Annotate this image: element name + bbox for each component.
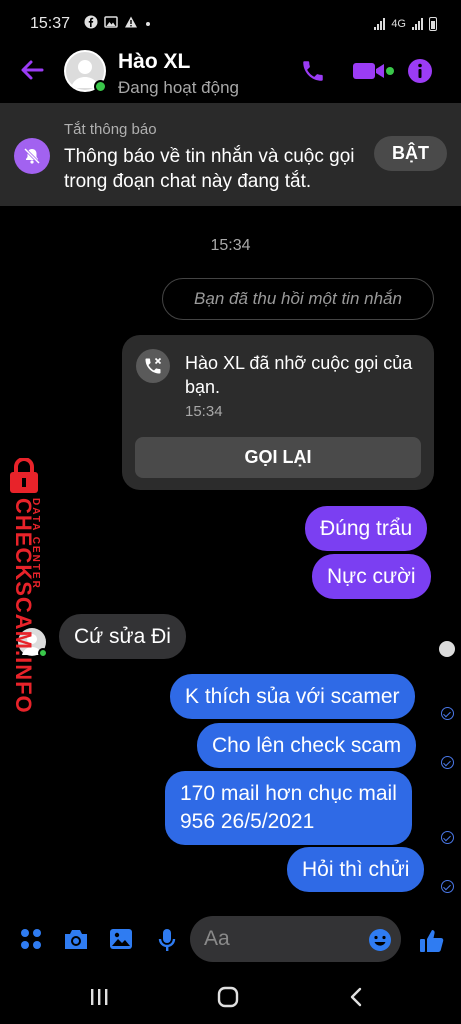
battery-icon xyxy=(429,17,437,31)
sent-check-icon xyxy=(441,756,454,769)
contact-avatar[interactable] xyxy=(64,50,107,93)
system-navigation-bar xyxy=(0,972,461,1024)
recent-apps-icon[interactable] xyxy=(88,986,110,1013)
watermark-subtext: DATA CENTER xyxy=(30,498,41,590)
message-bubble-outgoing[interactable]: K thích sủa với scamer xyxy=(170,674,415,719)
missed-call-time: 15:34 xyxy=(185,403,223,420)
apps-grid-icon[interactable] xyxy=(20,928,42,955)
mute-banner-title: Tắt thông báo xyxy=(64,121,157,138)
message-composer xyxy=(0,912,461,970)
back-icon[interactable] xyxy=(346,986,368,1013)
sent-check-icon xyxy=(441,831,454,844)
sent-check-icon xyxy=(441,880,454,893)
sent-check-icon xyxy=(441,707,454,720)
info-icon[interactable] xyxy=(407,58,433,89)
online-status-dot xyxy=(38,648,48,658)
mute-banner-text: Thông báo về tin nhắn và cuộc gọi trong … xyxy=(64,146,355,192)
lock-logo-icon xyxy=(4,457,44,494)
gallery-icon[interactable] xyxy=(109,928,133,955)
warning-icon xyxy=(124,15,138,34)
network-type: 4G xyxy=(391,18,406,30)
chat-header: Hào XL Đang hoạt động xyxy=(0,44,461,102)
missed-call-text: Hào XL đã nhỡ cuộc gọi của bạn. xyxy=(185,353,413,397)
muted-bell-icon xyxy=(14,138,50,174)
missed-call-card: Hào XL đã nhỡ cuộc gọi của bạn. 15:34 GỌ… xyxy=(122,335,434,490)
message-bubble-outgoing[interactable]: Nực cười xyxy=(312,554,431,599)
message-bubble-outgoing[interactable]: 170 mail hơn chục mail 956 26/5/2021 xyxy=(165,771,412,845)
facebook-icon xyxy=(84,15,98,34)
microphone-icon[interactable] xyxy=(157,928,177,957)
sender-avatar[interactable] xyxy=(18,628,48,658)
camera-icon[interactable] xyxy=(63,928,89,955)
back-arrow-icon[interactable] xyxy=(18,56,46,84)
gallery-notification-icon xyxy=(104,15,118,34)
message-bubble-incoming[interactable]: Cứ sửa Đi xyxy=(59,614,186,659)
home-icon[interactable] xyxy=(217,986,239,1013)
contact-name[interactable]: Hào XL xyxy=(118,50,190,74)
online-status-dot xyxy=(94,80,107,93)
status-time: 15:37 xyxy=(30,15,71,32)
read-receipt-avatar xyxy=(439,641,455,657)
enable-notifications-button[interactable]: BẬT xyxy=(374,136,447,171)
emoji-icon[interactable] xyxy=(368,928,392,957)
recalled-message-notice: Bạn đã thu hồi một tin nhắn xyxy=(162,278,434,320)
call-back-button[interactable]: GỌI LẠI xyxy=(135,437,421,478)
signal-icon xyxy=(374,18,386,30)
status-bar: 15:37 4G xyxy=(0,0,461,48)
video-call-icon[interactable] xyxy=(352,58,396,89)
watermark-text: CHECKSCAM.INFO xyxy=(11,498,36,714)
signal-icon-2 xyxy=(412,18,423,30)
message-bubble-outgoing[interactable]: Hỏi thì chửi xyxy=(287,847,425,892)
dot-icon xyxy=(144,15,152,33)
message-bubble-outgoing[interactable]: Đúng trẩu xyxy=(305,506,428,551)
thumbs-up-icon[interactable] xyxy=(419,928,445,959)
conversation-timestamp: 15:34 xyxy=(210,237,251,254)
phone-call-icon[interactable] xyxy=(300,58,326,89)
contact-activity-status: Đang hoạt động xyxy=(118,78,239,97)
message-bubble-outgoing[interactable]: Cho lên check scam xyxy=(197,723,417,768)
missed-call-icon xyxy=(136,349,170,383)
